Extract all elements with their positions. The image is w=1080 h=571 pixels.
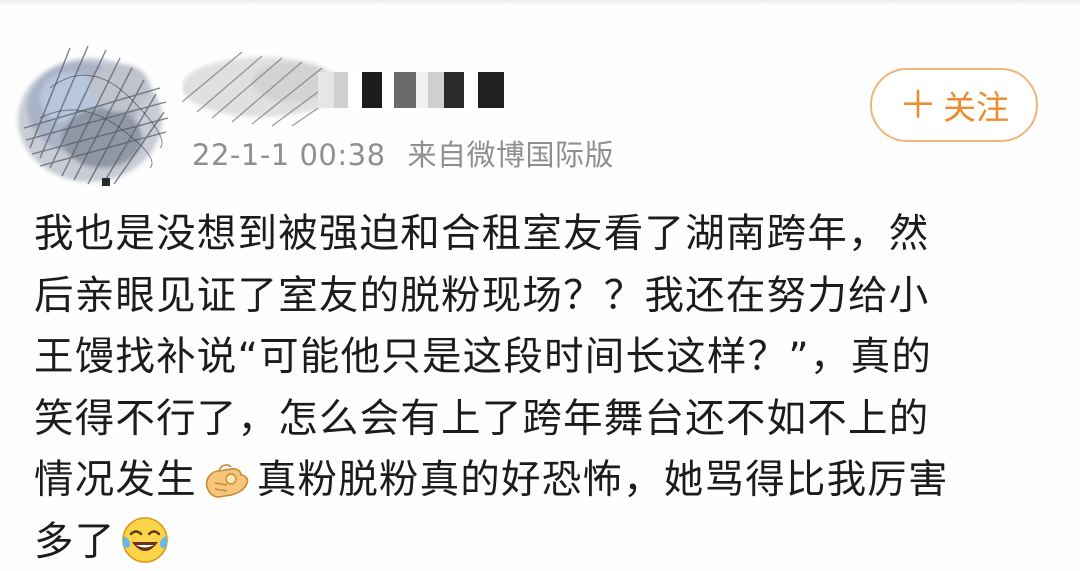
mosaic-block xyxy=(382,72,394,108)
post-text-line: 王馒找补说“可能他只是这段时间长这样？”，真的 xyxy=(34,334,933,380)
follow-button[interactable]: ＋关注 xyxy=(870,68,1038,142)
mosaic-block xyxy=(394,72,416,108)
post-text-line: 多了 xyxy=(34,512,1054,571)
username-mosaic[interactable] xyxy=(318,70,504,110)
post-text-line: 情况发生 真粉脱粉真的好恐怖，她骂得比我厉害 xyxy=(34,450,1054,512)
follow-button-label: 关注 xyxy=(943,88,1009,127)
post-timestamp: 22-1-1 00:38 xyxy=(192,138,386,172)
post-source[interactable]: 来自微博国际版 xyxy=(408,138,615,172)
top-edge-divider xyxy=(0,0,1080,6)
avatar[interactable] xyxy=(10,28,182,196)
mosaic-block xyxy=(478,72,504,108)
post-content: 我也是没想到被强迫和合租室友看了湖南跨年，然 后亲眼见证了室友的脱粉现场？？我还… xyxy=(34,204,1054,571)
post-text-segment: 多了 xyxy=(34,518,116,565)
mosaic-block xyxy=(428,72,444,108)
post-text-line: 笑得不行了，怎么会有上了跨年舞台还不如不上的 xyxy=(34,395,930,442)
mosaic-block xyxy=(318,72,334,108)
post-text-segment: 情况发生 xyxy=(34,457,197,503)
mosaic-block xyxy=(362,72,382,108)
avatar-scribble-image xyxy=(18,45,169,187)
mosaic-block xyxy=(348,72,362,108)
weibo-post: 22-1-1 00:38 来自微博国际版 ＋关注 我也是没想到被强迫和合租室友看了… xyxy=(0,0,1080,571)
post-meta: 22-1-1 00:38 来自微博国际版 xyxy=(192,132,614,174)
plus-icon: ＋ xyxy=(898,83,937,127)
mosaic-block xyxy=(416,72,428,108)
crying-laughing-emoji-icon xyxy=(119,514,171,566)
mosaic-block xyxy=(444,72,464,108)
mosaic-block xyxy=(334,72,348,108)
post-text-line: 我也是没想到被强迫和合租室友看了湖南跨年，然 xyxy=(34,211,930,257)
mosaic-block xyxy=(464,72,478,108)
post-text-segment: 真粉脱粉真的好恐怖，她骂得比我厉害 xyxy=(256,457,949,503)
post-text-line: 后亲眼见证了室友的脱粉现场？？我还在努力给小 xyxy=(34,272,930,319)
ok-hand-emoji-icon xyxy=(201,453,253,505)
